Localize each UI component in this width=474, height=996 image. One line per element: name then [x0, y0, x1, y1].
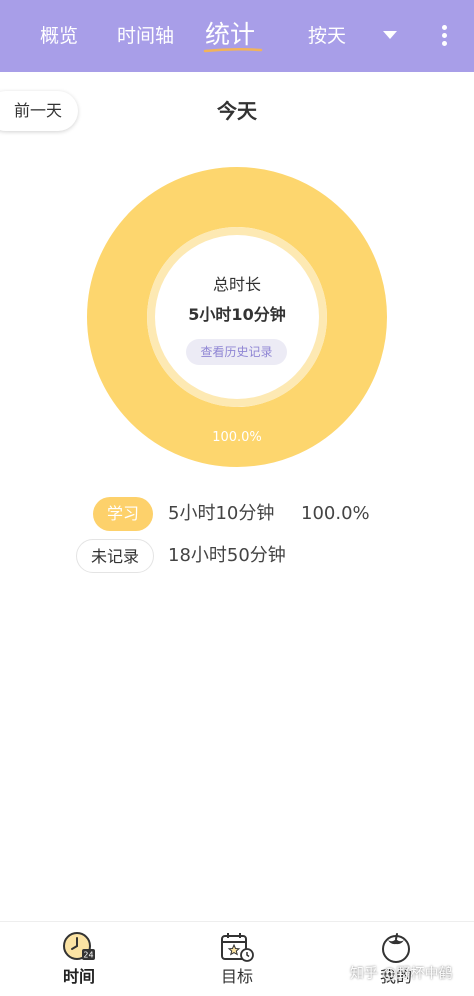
clock-24-icon[interactable]: 24	[61, 930, 97, 964]
calendar-star-icon[interactable]	[219, 930, 255, 964]
legend-percent-study: 100.0%	[301, 503, 370, 524]
nav-label-time[interactable]: 时间	[49, 966, 109, 988]
tab-timeline[interactable]: 时间轴	[117, 22, 174, 50]
legend-badge-unrecorded[interactable]: 未记录	[76, 539, 154, 573]
tab-overview[interactable]: 概览	[40, 22, 78, 50]
more-vertical-icon[interactable]	[433, 22, 457, 50]
legend-badge-study[interactable]: 学习	[93, 497, 153, 531]
svg-text:24: 24	[83, 951, 93, 960]
tab-by-day[interactable]: 按天	[308, 22, 346, 50]
legend-duration-unrecorded: 18小时50分钟	[168, 545, 286, 566]
legend-duration-study: 5小时10分钟	[168, 503, 275, 524]
active-tab-underline	[203, 47, 263, 53]
total-duration-value: 5小时10分钟	[188, 305, 286, 324]
watermark: 知乎 @野杯中鹤	[350, 966, 453, 982]
triangle-down-icon[interactable]	[382, 30, 398, 40]
total-duration-label: 总时长	[212, 275, 261, 294]
view-history-button[interactable]: 查看历史记录	[186, 339, 287, 365]
date-title: 今天	[217, 99, 257, 123]
tomato-icon[interactable]	[378, 930, 414, 964]
nav-label-goals[interactable]: 目标	[207, 966, 267, 988]
chart-slice-label: 100.0%	[212, 430, 262, 445]
